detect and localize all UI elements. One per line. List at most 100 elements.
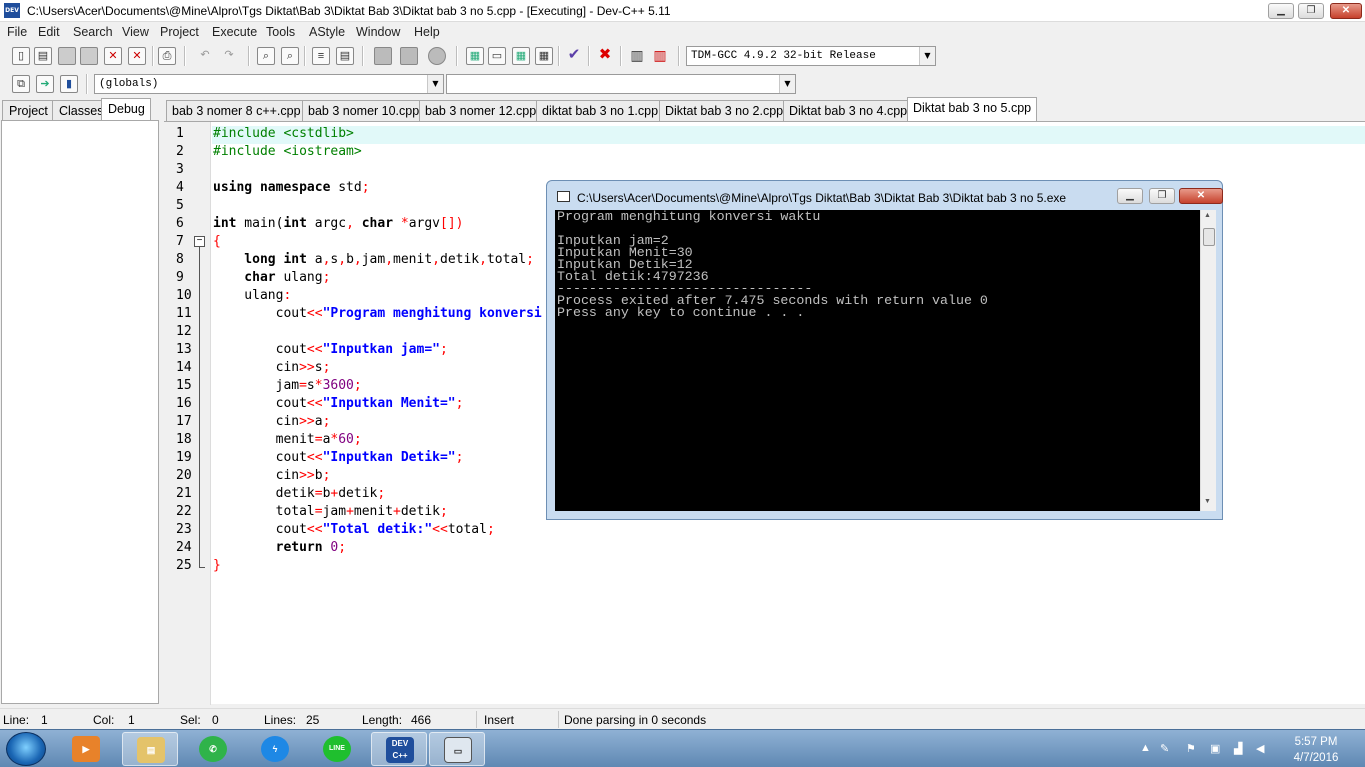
goto-declaration-icon[interactable]: ➔ [36,75,54,93]
show-hidden-icons-icon[interactable]: ▲ [1140,742,1151,754]
run-icon[interactable]: ▭ [488,47,506,65]
line-number: 16 [176,396,192,411]
menu-view[interactable]: View [122,25,149,39]
menu-help[interactable]: Help [414,25,440,39]
code-line: cout<<"Total detik:"<<total; [213,522,495,537]
indent-icon[interactable] [400,47,418,65]
taskbar-messenger[interactable]: ϟ [247,732,303,766]
device-icon[interactable]: ▣ [1210,742,1220,755]
menu-execute[interactable]: Execute [212,25,257,39]
taskbar-devcpp[interactable]: DEV C++ [371,732,427,766]
tab-project[interactable]: Project [2,100,55,121]
clock-date: 4/7/2016 [1293,752,1339,764]
status-lines-value: 25 [306,713,320,727]
maximize-button[interactable]: ❐ [1298,3,1324,19]
line-number: 6 [176,216,184,231]
status-sel-value: 0 [212,713,219,727]
fold-collapse-icon[interactable]: − [194,236,205,247]
compile-run-icon[interactable]: ▦ [512,47,530,65]
code-line: cout<<"Inputkan Detik="; [213,450,464,465]
line-number: 15 [176,378,192,393]
line-number: 17 [176,414,192,429]
network-signal-icon[interactable]: ▟ [1234,742,1242,755]
start-button[interactable] [6,732,46,766]
line-number: 10 [176,288,192,303]
fold-guide-end [199,567,205,568]
taskbar-clock[interactable]: 5:57 PM 4/7/2016 [1276,734,1356,766]
console-maximize-button[interactable]: ❐ [1149,188,1175,204]
close-button[interactable]: ✕ [1330,3,1362,19]
menu-window[interactable]: Window [356,25,400,39]
code-line: int main(int argc, char *argv[]) [213,216,464,231]
goto-definition-icon[interactable]: ▮ [60,75,78,93]
taskbar-explorer[interactable]: ▤ [122,732,178,766]
save-all-icon[interactable] [80,47,98,65]
line-number: 22 [176,504,192,519]
editor-tab[interactable]: bab 3 nomer 10.cpp [302,100,426,121]
flag-icon[interactable]: ⚑ [1186,742,1196,755]
member-select[interactable]: ▼ [446,74,796,94]
compiler-select[interactable]: TDM-GCC 4.9.2 32-bit Release ▼ [686,46,936,66]
line-number: 5 [176,198,184,213]
tab-debug[interactable]: Debug [101,98,151,121]
toggle-comment-icon[interactable] [428,47,446,65]
status-length-value: 466 [411,713,432,727]
rebuild-all-icon[interactable]: ▦ [535,47,553,65]
find-icon[interactable]: ⌕ [257,47,275,65]
taskbar-media-player[interactable]: ▶ [58,732,114,766]
editor-tab[interactable]: bab 3 nomer 12.cpp [419,100,543,121]
new-file-icon[interactable]: ▯ [12,47,30,65]
close-all-icon[interactable]: ✕ [128,47,146,65]
scope-select[interactable]: (globals) ▼ [94,74,444,94]
print-icon[interactable]: ⎙ [158,47,176,65]
scroll-thumb[interactable] [1203,228,1215,246]
menu-file[interactable]: File [7,25,27,39]
scroll-down-icon[interactable]: ▼ [1204,498,1211,505]
taskbar-whatsapp[interactable]: ✆ [185,732,241,766]
console-output[interactable]: Program menghitung konversi waktu Inputk… [555,210,1200,511]
scroll-up-icon[interactable]: ▲ [1204,212,1211,219]
menu-tools[interactable]: Tools [266,25,295,39]
line-number: 4 [176,180,184,195]
code-line: } [213,558,221,573]
volume-icon[interactable]: ◀ [1256,742,1264,755]
line-number: 13 [176,342,192,357]
menu-edit[interactable]: Edit [38,25,60,39]
undo-icon[interactable]: ↶ [196,47,214,65]
class-toolbar: ⧉ ➔ ▮ (globals) ▼ ▼ [0,70,1365,98]
delete-profile-icon[interactable]: ▥ [651,47,669,65]
insert-icon[interactable]: ⧉ [12,75,30,93]
unindent-icon[interactable] [374,47,392,65]
minimize-button[interactable]: ▁ [1268,3,1294,19]
editor-tab[interactable]: diktat bab 3 no 1.cpp [536,100,665,121]
taskbar-line[interactable]: LINE [309,732,365,766]
check-syntax-icon[interactable]: ✔ [565,47,583,65]
console-minimize-button[interactable]: ▁ [1117,188,1143,204]
editor-tab-active[interactable]: Diktat bab 3 no 5.cpp [907,97,1038,121]
console-window[interactable]: C:\Users\Acer\Documents\@Mine\Alpro\Tgs … [546,180,1223,520]
editor-tab[interactable]: bab 3 nomer 8 c++.cpp [166,100,307,121]
close-file-icon[interactable]: ✕ [104,47,122,65]
console-scrollbar[interactable]: ▲ ▼ [1200,210,1216,511]
open-file-icon[interactable]: ▤ [34,47,52,65]
redo-icon[interactable]: ↷ [220,47,238,65]
profile-icon[interactable]: ▥ [628,47,646,65]
console-close-button[interactable]: ✕ [1179,188,1223,204]
menu-project[interactable]: Project [160,25,199,39]
menu-astyle[interactable]: AStyle [309,25,345,39]
line-number: 19 [176,450,192,465]
compile-icon[interactable]: ▦ [466,47,484,65]
bookmark-icon[interactable]: ▤ [336,47,354,65]
editor-tab[interactable]: Diktat bab 3 no 4.cpp [783,100,914,121]
replace-icon[interactable]: ⌕ [281,47,299,65]
editor-tab[interactable]: Diktat bab 3 no 2.cpp [659,100,790,121]
pen-icon[interactable]: ✎ [1160,742,1169,755]
taskbar-console[interactable]: ▭ [429,732,485,766]
stop-execution-icon[interactable]: ✖ [596,47,614,65]
code-line: total=jam+menit+detik; [213,504,448,519]
save-icon[interactable] [58,47,76,65]
clock-time: 5:57 PM [1294,736,1338,748]
folder-icon: ▤ [137,737,165,763]
goto-line-icon[interactable]: ≡ [312,47,330,65]
menu-search[interactable]: Search [73,25,113,39]
